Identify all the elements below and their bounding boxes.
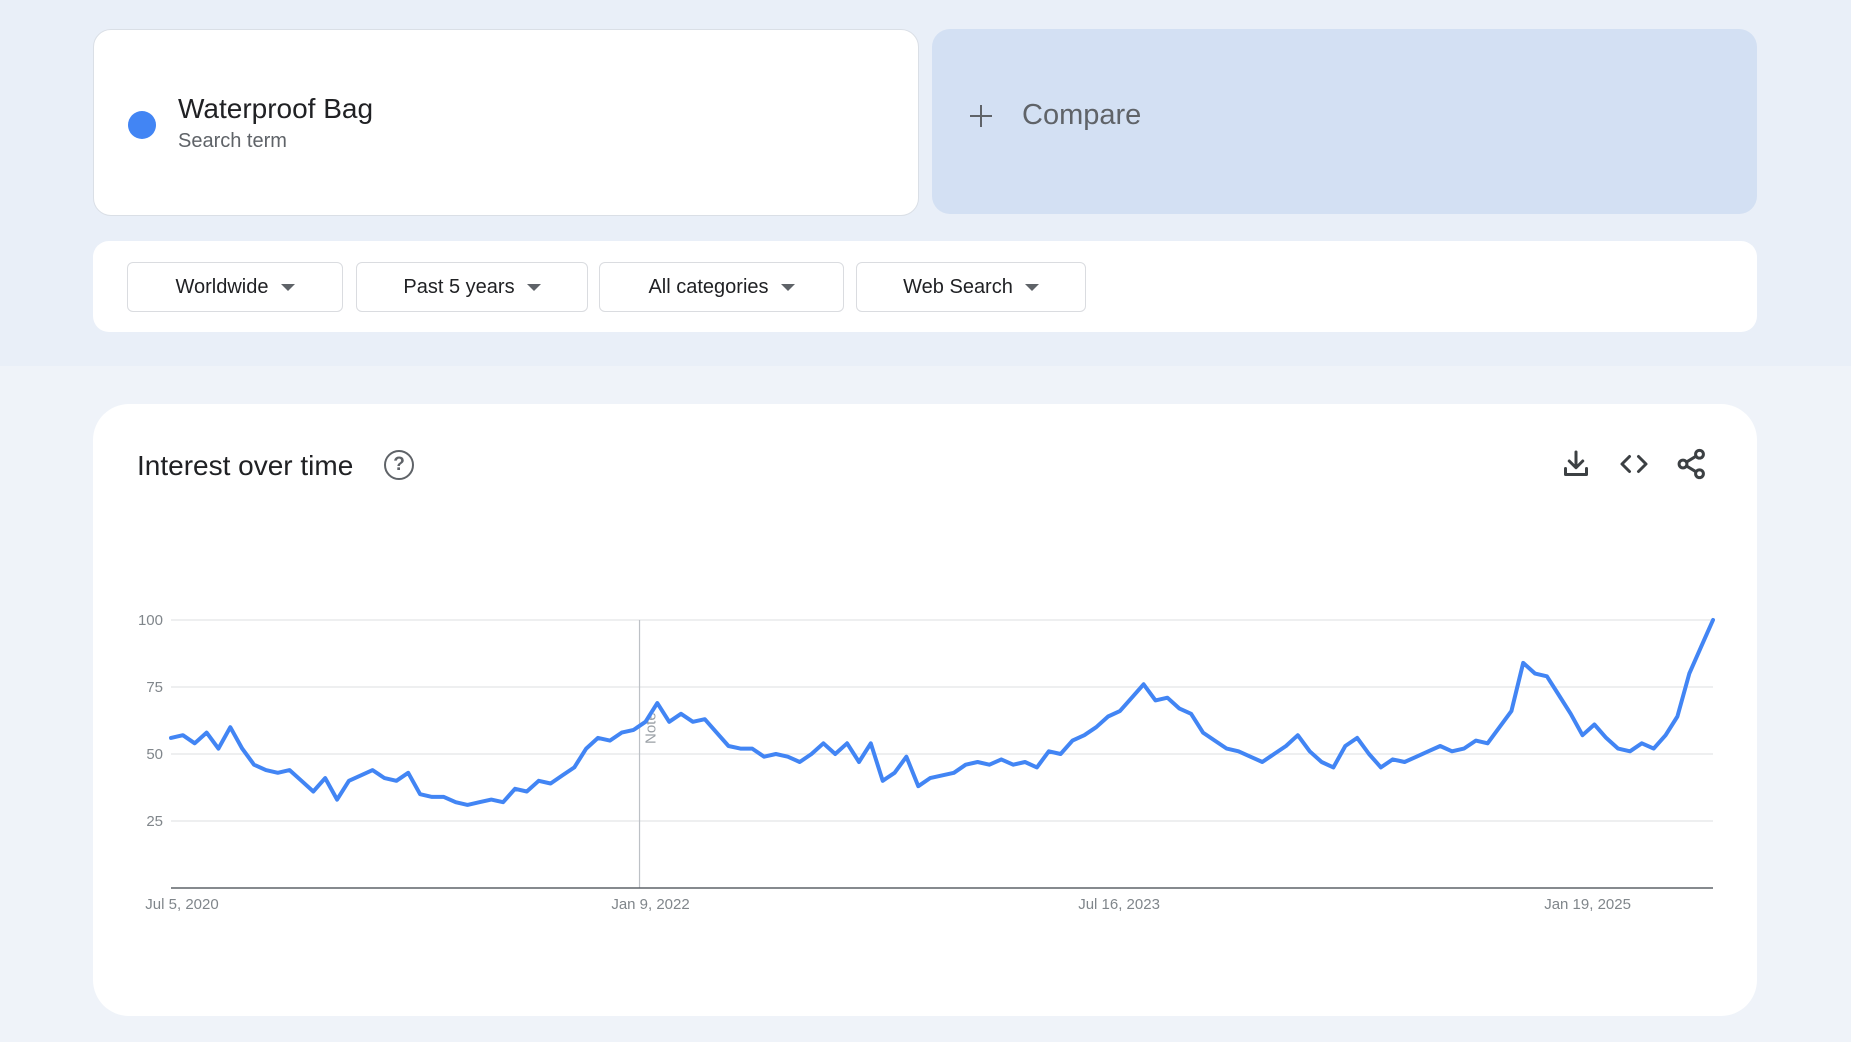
- interest-over-time-card: Interest over time ? Note 25 50 75 100 Jul 5…: [93, 404, 1757, 1016]
- y-tick-label: 50: [146, 746, 163, 763]
- series-color-dot: [128, 111, 156, 139]
- chart-series-layer: [169, 618, 1715, 807]
- y-tick-label: 75: [146, 679, 163, 696]
- compare-label: Compare: [1022, 99, 1142, 131]
- annotation-note-label: Note: [643, 712, 660, 744]
- y-tick-label: 100: [138, 612, 163, 629]
- interest-over-time-chart: Note 25 50 75 100 Jul 5, 2020 Jan 9, 2022 Jul …: [138, 612, 1715, 913]
- filter-bar: Worldwide Past 5 years All categories We…: [93, 241, 1757, 332]
- x-tick-label: Jul 16, 2023: [1078, 896, 1160, 913]
- caret-down-icon: [780, 283, 795, 291]
- x-tick-label: Jan 9, 2022: [611, 896, 689, 913]
- chart-axes: 25 50 75 100 Jul 5, 2020 Jan 9, 2022 Jul 16, 2…: [138, 612, 1713, 913]
- location-filter-label: Worldwide: [175, 275, 269, 298]
- category-filter-label: All categories: [648, 275, 769, 298]
- y-tick-label: 25: [146, 813, 163, 830]
- category-filter-dropdown[interactable]: All categories: [599, 262, 844, 312]
- x-tick-label: Jan 19, 2025: [1544, 896, 1631, 913]
- search-type-filter-dropdown[interactable]: Web Search: [856, 262, 1086, 312]
- caret-down-icon: [280, 283, 295, 291]
- series-line: [169, 618, 1715, 807]
- plus-icon: [968, 103, 994, 129]
- time-range-filter-dropdown[interactable]: Past 5 years: [356, 262, 588, 312]
- x-tick-label: Jul 5, 2020: [145, 896, 218, 913]
- caret-down-icon: [526, 283, 541, 291]
- search-type-filter-label: Web Search: [903, 275, 1013, 298]
- search-term-card[interactable]: Waterproof Bag Search term: [93, 29, 919, 216]
- caret-down-icon: [1024, 283, 1039, 291]
- location-filter-dropdown[interactable]: Worldwide: [127, 262, 343, 312]
- search-term-sublabel: Search term: [178, 130, 287, 152]
- search-term-name: Waterproof Bag: [178, 93, 374, 124]
- chart-gridlines: [171, 619, 1713, 822]
- time-range-filter-label: Past 5 years: [403, 275, 515, 298]
- compare-button[interactable]: Compare: [932, 29, 1757, 214]
